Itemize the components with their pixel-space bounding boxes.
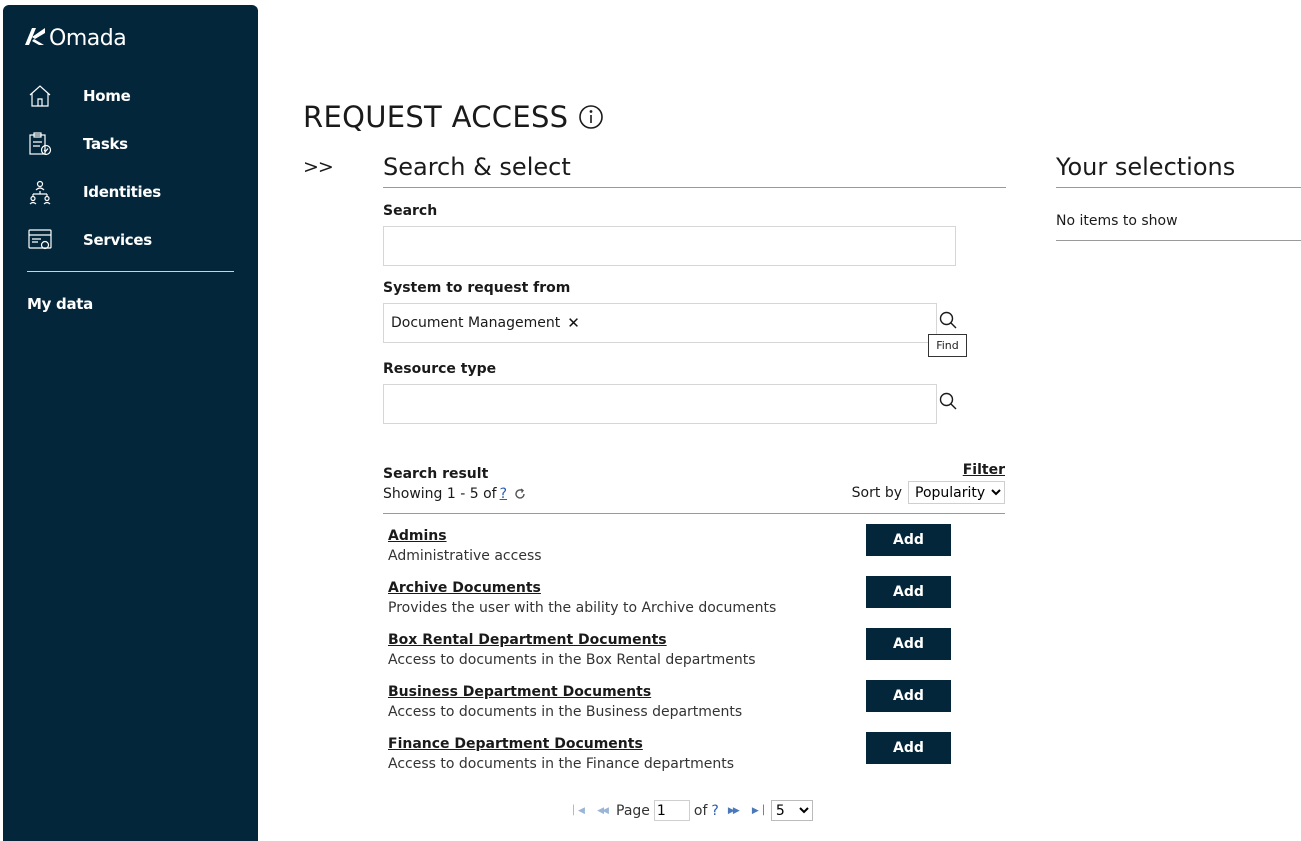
refresh-icon[interactable] xyxy=(513,487,527,501)
brand-name: Omada xyxy=(49,25,127,51)
nav-item-home[interactable]: Home xyxy=(25,78,245,114)
result-count: Showing 1 - 5 of ? xyxy=(383,486,527,502)
sidebar: Omada Home Tasks Identities Services My … xyxy=(3,5,258,841)
your-selections-title: Your selections xyxy=(1056,153,1236,181)
result-description: Access to documents in the Finance depar… xyxy=(388,756,735,772)
nav-item-identities[interactable]: Identities xyxy=(25,174,245,210)
add-button[interactable]: Add xyxy=(866,576,951,608)
search-select-divider xyxy=(383,187,1006,188)
brand-logo[interactable]: Omada xyxy=(23,25,127,51)
filter-link[interactable]: Filter xyxy=(963,462,1005,478)
system-chip: Document Management xyxy=(391,315,561,331)
selections-divider-top xyxy=(1056,187,1301,188)
result-row: Box Rental Department Documents Access t… xyxy=(388,628,953,678)
pager: ▏◀ ◀◀ Page of ? ▶▶ ▶▕ 5 xyxy=(568,800,813,821)
system-label: System to request from xyxy=(383,280,571,296)
add-button[interactable]: Add xyxy=(866,628,951,660)
first-page-icon[interactable]: ▏◀ xyxy=(568,806,588,816)
nav-item-services[interactable]: Services xyxy=(25,222,245,258)
result-name-link[interactable]: Finance Department Documents xyxy=(388,736,643,752)
result-description: Access to documents in the Box Rental de… xyxy=(388,652,756,668)
search-input[interactable] xyxy=(383,226,956,266)
result-description: Provides the user with the ability to Ar… xyxy=(388,600,777,616)
home-icon xyxy=(25,81,55,111)
search-select-title: Search & select xyxy=(383,153,571,181)
service-card-icon xyxy=(25,225,55,255)
result-total-link[interactable]: ? xyxy=(500,486,507,502)
result-row: Admins Administrative access Add xyxy=(388,524,953,574)
prev-page-icon[interactable]: ◀◀ xyxy=(592,806,612,816)
find-tooltip: Find xyxy=(928,334,967,357)
resource-type-input[interactable] xyxy=(383,384,937,424)
selections-empty-text: No items to show xyxy=(1056,213,1178,229)
system-find-button[interactable] xyxy=(937,309,959,331)
total-pages-link[interactable]: ? xyxy=(711,803,718,819)
nav-label-identities: Identities xyxy=(83,183,161,201)
page-number-input[interactable] xyxy=(653,800,690,821)
resource-type-find-button[interactable] xyxy=(937,390,959,412)
result-description: Access to documents in the Business depa… xyxy=(388,704,743,720)
search-label: Search xyxy=(383,203,438,219)
info-icon[interactable] xyxy=(578,104,604,130)
result-description: Administrative access xyxy=(388,548,542,564)
result-row: Finance Department Documents Access to d… xyxy=(388,732,953,782)
result-name-link[interactable]: Box Rental Department Documents xyxy=(388,632,667,648)
page-label: Page xyxy=(616,802,650,819)
result-row: Business Department Documents Access to … xyxy=(388,680,953,730)
search-icon xyxy=(939,311,957,329)
omada-logo-icon xyxy=(23,25,47,51)
of-label: of xyxy=(693,802,708,819)
last-page-icon[interactable]: ▶▕ xyxy=(747,806,767,816)
result-count-text: Showing 1 - 5 of xyxy=(383,486,497,502)
nav-label-tasks: Tasks xyxy=(83,135,128,153)
page-size-select[interactable]: 5 xyxy=(770,800,813,821)
nav-label-services: Services xyxy=(83,231,152,249)
sort-label: Sort by xyxy=(851,484,902,501)
sidebar-divider xyxy=(27,271,234,272)
result-name-link[interactable]: Admins xyxy=(388,528,447,544)
result-name-link[interactable]: Archive Documents xyxy=(388,580,541,596)
page-header: REQUEST ACCESS xyxy=(303,100,604,134)
collapse-panel-toggle[interactable]: >> xyxy=(303,156,334,178)
resource-type-label: Resource type xyxy=(383,361,497,377)
result-row: Archive Documents Provides the user with… xyxy=(388,576,953,626)
search-icon xyxy=(939,392,957,410)
add-button[interactable]: Add xyxy=(866,524,951,556)
add-button[interactable]: Add xyxy=(866,680,951,712)
next-page-icon[interactable]: ▶▶ xyxy=(723,806,743,816)
nav-item-tasks[interactable]: Tasks xyxy=(25,126,245,162)
search-result-heading: Search result xyxy=(383,466,489,482)
org-chart-icon xyxy=(25,177,55,207)
nav-item-my-data[interactable]: My data xyxy=(27,295,93,313)
chip-remove-icon[interactable]: ✕ xyxy=(567,314,580,332)
result-divider xyxy=(383,513,1005,514)
result-name-link[interactable]: Business Department Documents xyxy=(388,684,651,700)
selections-divider-bottom xyxy=(1056,240,1301,241)
nav-label-home: Home xyxy=(83,87,131,105)
add-button[interactable]: Add xyxy=(866,732,951,764)
page-title: REQUEST ACCESS xyxy=(303,100,569,134)
sort-select[interactable]: Popularity xyxy=(908,481,1005,504)
clipboard-check-icon xyxy=(25,129,55,159)
system-picker[interactable]: Document Management ✕ xyxy=(383,303,937,343)
sort-control: Sort by Popularity xyxy=(852,481,1005,504)
